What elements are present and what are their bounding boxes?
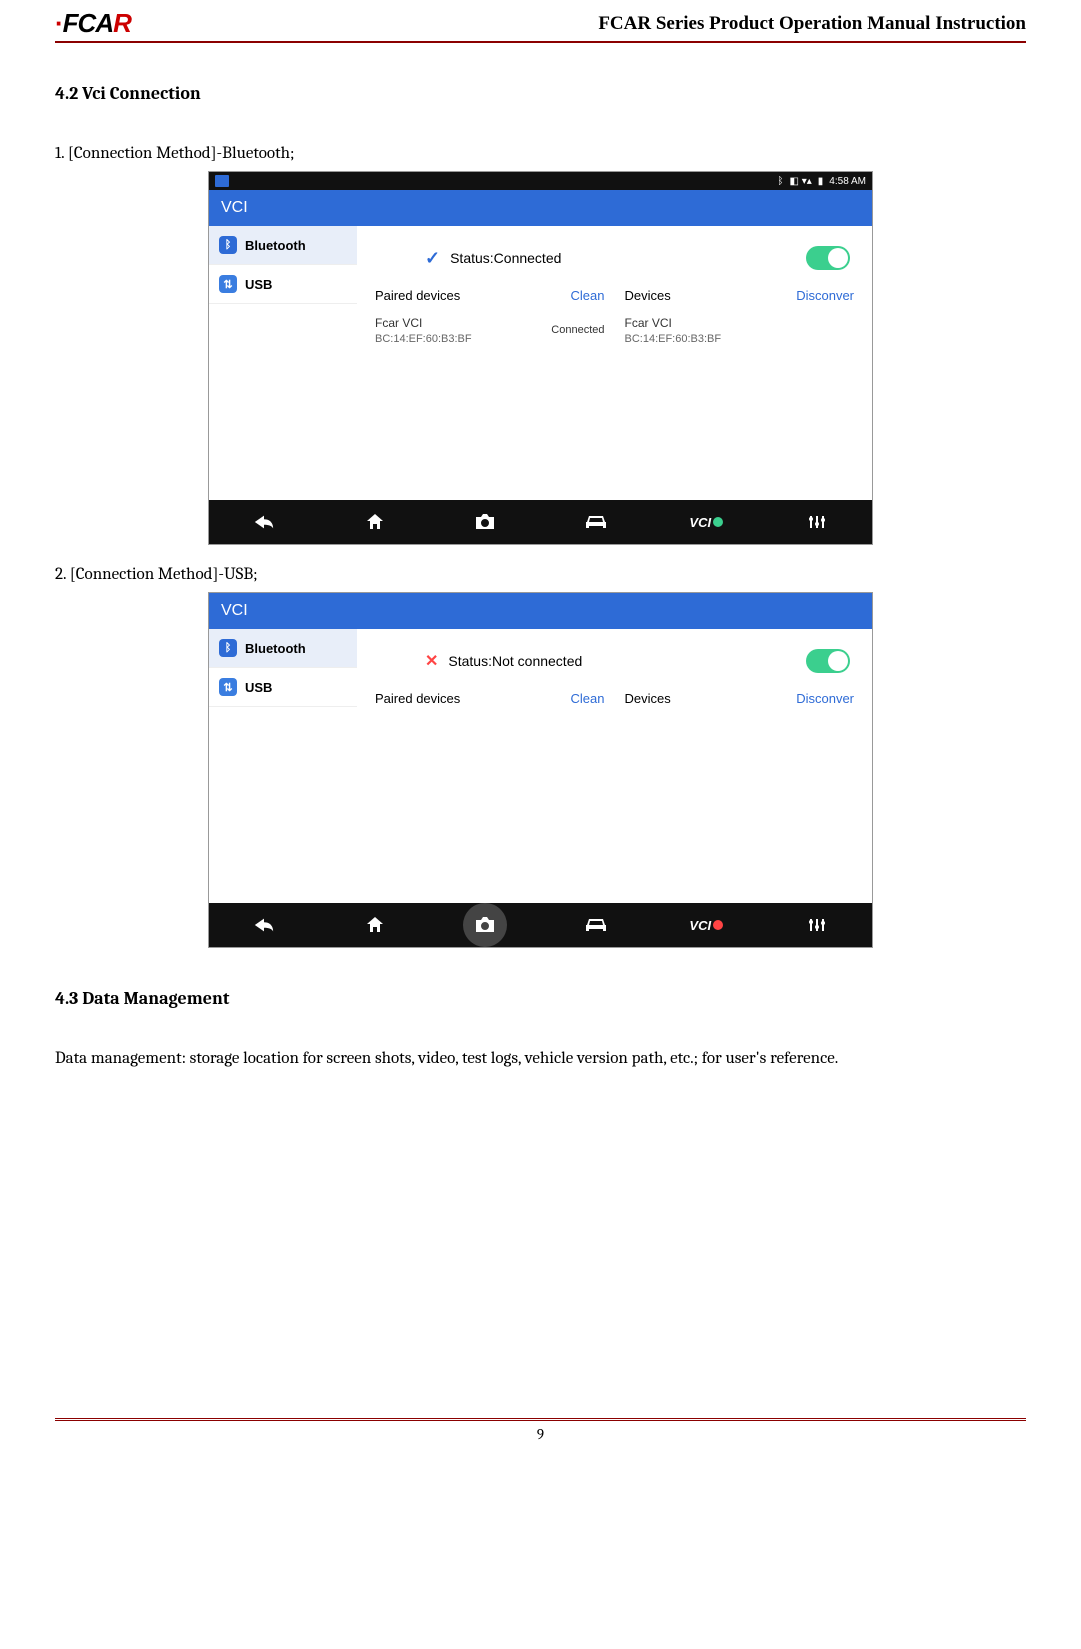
vci-status-dot-red: [713, 920, 723, 930]
battery-icon: ▮: [818, 176, 824, 187]
paired-device-item[interactable]: Fcar VCI BC:14:EF:60:B3:BF Connected: [375, 313, 605, 357]
usb-icon: ⇅: [219, 678, 237, 696]
content-pane: ✕ Status:Not connected Paired devices Cl…: [357, 629, 872, 903]
sidebar-item-bluetooth[interactable]: ᛒ Bluetooth: [209, 629, 357, 668]
devices-column: Devices Disconver Fcar VCI BC:14:EF:60:B…: [625, 288, 855, 357]
sidebar-label-usb: USB: [245, 680, 272, 695]
usb-icon: ⇅: [219, 275, 237, 293]
page-footer: 9: [55, 1418, 1026, 1443]
devices-label: Devices: [625, 691, 671, 706]
app-titlebar: VCI: [209, 593, 872, 629]
bottom-toolbar: VCI: [209, 903, 872, 947]
bottom-toolbar: VCI: [209, 500, 872, 544]
screenshot-bluetooth: ᛒ ◧ ▾▴ ▮ 4:58 AM VCI ᛒ Bluetooth ⇅ USB ✓…: [208, 171, 873, 545]
device-name: Fcar VCI: [625, 315, 722, 332]
sidebar-label-usb: USB: [245, 277, 272, 292]
sidebar-item-bluetooth[interactable]: ᛒ Bluetooth: [209, 226, 357, 265]
cross-icon: ✕: [425, 651, 438, 671]
app-titlebar: VCI: [209, 190, 872, 226]
page-header: ·FCAR FCAR Series Product Operation Manu…: [55, 0, 1026, 43]
car-icon[interactable]: [574, 903, 618, 947]
camera-icon[interactable]: [463, 500, 507, 544]
recent-app-icon: [215, 175, 229, 187]
settings-icon[interactable]: [795, 903, 839, 947]
bluetooth-toggle[interactable]: [806, 649, 850, 673]
sidebar-item-usb[interactable]: ⇅ USB: [209, 265, 357, 304]
statusbar-time: 4:58 AM: [829, 176, 866, 187]
connected-label: Connected: [551, 323, 604, 338]
back-icon[interactable]: [242, 903, 286, 947]
connection-sidebar: ᛒ Bluetooth ⇅ USB: [209, 629, 357, 903]
section-4-2-heading: 4.2 Vci Connection: [55, 83, 1026, 104]
sidebar-label-bluetooth: Bluetooth: [245, 641, 306, 656]
status-text: Status:Connected: [450, 250, 561, 266]
section-4-3-body: Data management: storage location for sc…: [55, 1049, 1026, 1068]
step-2-text: 2. [Connection Method]-USB;: [55, 565, 1026, 584]
camera-icon[interactable]: [463, 903, 507, 947]
discover-link[interactable]: Disconver: [796, 691, 854, 706]
car-icon[interactable]: [574, 500, 618, 544]
content-pane: ✓ Status:Connected Paired devices Clean …: [357, 226, 872, 500]
wifi-icon: ◧ ▾▴: [790, 176, 812, 187]
manual-title: FCAR Series Product Operation Manual Ins…: [598, 13, 1026, 35]
paired-devices-column: Paired devices Clean Fcar VCI BC:14:EF:6…: [375, 288, 605, 357]
connection-sidebar: ᛒ Bluetooth ⇅ USB: [209, 226, 357, 500]
back-icon[interactable]: [242, 500, 286, 544]
check-icon: ✓: [425, 248, 440, 269]
sidebar-item-usb[interactable]: ⇅ USB: [209, 668, 357, 707]
page-number: 9: [537, 1425, 544, 1443]
bluetooth-icon: ᛒ: [219, 639, 237, 657]
status-text: Status:Not connected: [448, 653, 582, 669]
bluetooth-icon: ᛒ: [219, 236, 237, 254]
android-statusbar: ᛒ ◧ ▾▴ ▮ 4:58 AM: [209, 172, 872, 190]
fcar-logo: ·FCAR: [55, 8, 131, 39]
paired-devices-label: Paired devices: [375, 691, 460, 706]
device-name: Fcar VCI: [375, 315, 472, 332]
section-4-3-heading: 4.3 Data Management: [55, 988, 1026, 1009]
devices-column: Devices Disconver: [625, 691, 855, 716]
settings-icon[interactable]: [795, 500, 839, 544]
screenshot-usb: VCI ᛒ Bluetooth ⇅ USB ✕ Status:Not conne…: [208, 592, 873, 948]
discover-link[interactable]: Disconver: [796, 288, 854, 303]
clean-link[interactable]: Clean: [571, 691, 605, 706]
paired-devices-column: Paired devices Clean: [375, 691, 605, 716]
devices-label: Devices: [625, 288, 671, 303]
clean-link[interactable]: Clean: [571, 288, 605, 303]
device-mac: BC:14:EF:60:B3:BF: [625, 332, 722, 347]
vci-status-dot-green: [713, 517, 723, 527]
vci-indicator[interactable]: VCI: [684, 903, 728, 947]
vci-indicator[interactable]: VCI: [684, 500, 728, 544]
sidebar-label-bluetooth: Bluetooth: [245, 238, 306, 253]
home-icon[interactable]: [353, 903, 397, 947]
home-icon[interactable]: [353, 500, 397, 544]
bluetooth-toggle[interactable]: [806, 246, 850, 270]
available-device-item[interactable]: Fcar VCI BC:14:EF:60:B3:BF: [625, 313, 855, 357]
step-1-text: 1. [Connection Method]-Bluetooth;: [55, 144, 1026, 163]
bluetooth-status-icon: ᛒ: [778, 176, 784, 187]
device-mac: BC:14:EF:60:B3:BF: [375, 332, 472, 347]
paired-devices-label: Paired devices: [375, 288, 460, 303]
